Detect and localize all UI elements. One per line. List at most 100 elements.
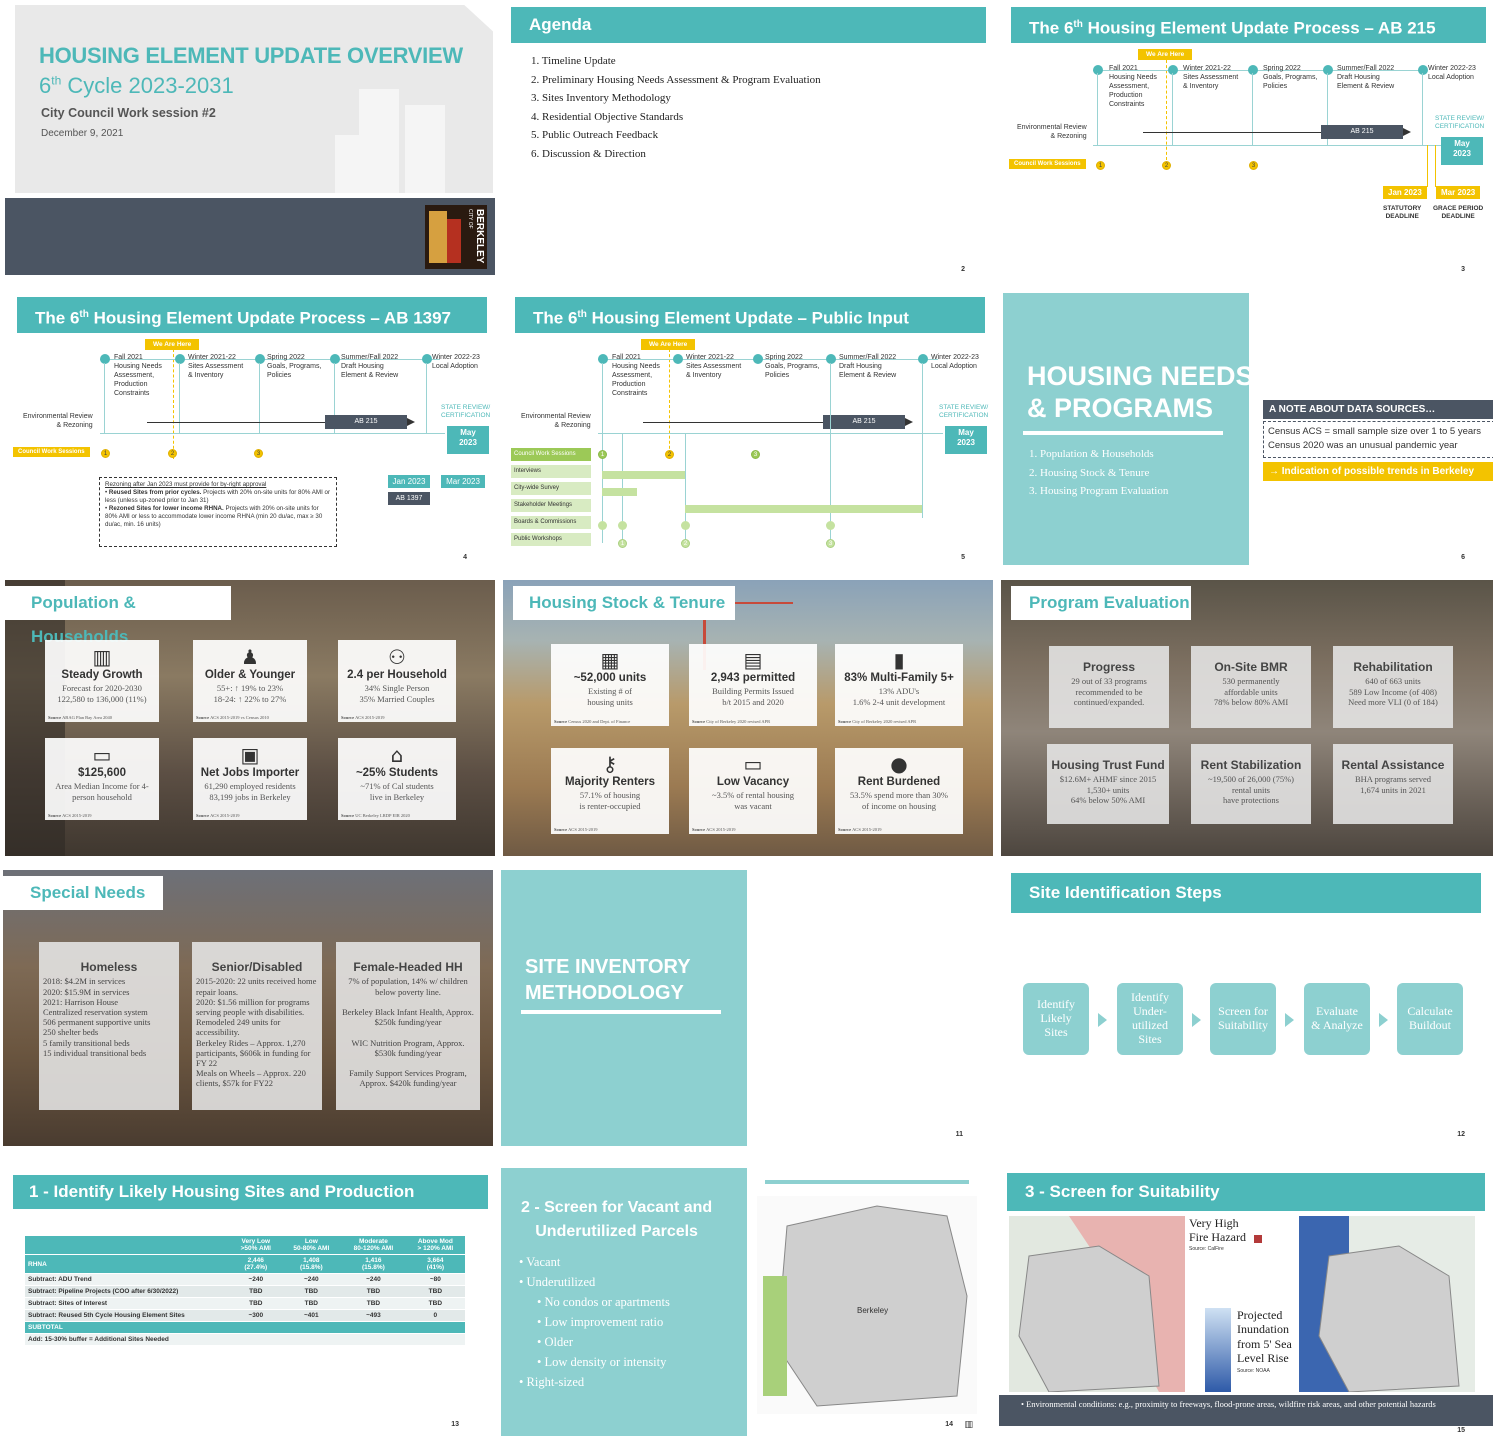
title-b: Housing Element Update Process – AB 215 — [1082, 18, 1436, 38]
criteria-text: Underutilized — [526, 1275, 596, 1289]
slide-15-title: 3 - Screen for Suitability — [1007, 1173, 1485, 1211]
cell: 1,416 (15.8%) — [341, 1254, 406, 1274]
stat-card: ▥ Steady Growth Forecast for 2020-2030 1… — [45, 640, 159, 722]
slide-13[interactable]: 1 - Identify Likely Housing Sites and Pr… — [3, 1160, 493, 1436]
card-source-text: ACS 2015-2019 — [62, 813, 92, 819]
card-head: On-Site BMR — [1214, 660, 1288, 674]
criteria-item: • Vacant — [519, 1255, 561, 1269]
phase-divider — [426, 363, 427, 433]
chart-icon: ▥ — [92, 645, 112, 669]
fire-label: Very High Fire Hazard — [1189, 1216, 1246, 1245]
slide-11[interactable]: SITE INVENTORY METHODOLOGY 11 — [501, 870, 991, 1146]
interviews-bar — [602, 471, 685, 479]
phase-divider — [1097, 73, 1098, 145]
card-source: Source Census 2020 and Dept. of Finance — [554, 719, 631, 725]
table-row: Add: 15-30% buffer = Additional Sites Ne… — [25, 1333, 465, 1346]
agenda-item: 4. Residential Objective Standards — [531, 110, 684, 123]
title-sup: th — [79, 309, 89, 320]
card-body: 61,290 employed residents 83,199 jobs in… — [204, 781, 296, 802]
table-row: SUBTOTAL — [25, 1321, 465, 1334]
workshop-1: 1 — [618, 539, 627, 548]
card-source-text: City of Berkeley 2020 revised APR — [852, 719, 917, 725]
criteria-text: Right-sized — [526, 1375, 585, 1389]
slide-9[interactable]: Program Evaluation Progress 29 out of 33… — [1001, 580, 1493, 856]
card-body: 2018: $4.2M in services 2020: $15.9M in … — [43, 976, 151, 1058]
timeline-dot — [1323, 65, 1333, 75]
mar-line — [1435, 145, 1436, 187]
phase-label: Spring 2022 Goals, Programs, Policies — [1263, 65, 1318, 91]
may-2023-box: May 2023 — [945, 426, 987, 454]
card-head: 2,943 permitted — [710, 672, 796, 684]
person-icon: ♟ — [241, 645, 259, 669]
map-label: Berkeley — [857, 1306, 889, 1315]
cell: Add: 15-30% buffer = Additional Sites Ne… — [25, 1333, 465, 1346]
needs-card: Female-Headed HH 7% of population, 14% w… — [336, 942, 480, 1110]
slide-number: 3 — [1461, 266, 1465, 273]
phase-label: Summer/Fall 2022 Draft Housing Element &… — [1337, 65, 1395, 91]
criteria-item: • Right-sized — [519, 1375, 585, 1389]
slide-number: 13 — [451, 1421, 459, 1428]
card-head: Net Jobs Importer — [200, 767, 300, 779]
cell — [341, 1321, 406, 1334]
card-body: Area Median Income for 4- person househo… — [55, 781, 149, 802]
stat-card: ▮ 83% Multi-Family 5+ 13% ADU's 1.6% 2-4… — [835, 644, 963, 726]
slide-14[interactable]: 2 - Screen for Vacant and Underutilized … — [501, 1160, 991, 1436]
fire-map — [1009, 1216, 1185, 1393]
timeline-dot — [673, 354, 683, 364]
slide-15[interactable]: 3 - Screen for Suitability Very High Fir… — [999, 1160, 1493, 1436]
slide-2[interactable]: Agenda 1. Timeline Update 2. Preliminary… — [503, 5, 993, 281]
slide-3-title: The 6th Housing Element Update Process –… — [1011, 7, 1486, 43]
section-item: 3. Housing Program Evaluation — [1029, 485, 1169, 497]
cell: RHNA — [25, 1254, 230, 1274]
cell: ~401 — [281, 1309, 342, 1322]
cell: Subtract: ADU Trend — [25, 1273, 230, 1286]
state-review-label: STATE REVIEW/ CERTIFICATION — [939, 404, 989, 420]
timeline-dot — [422, 354, 432, 364]
slide-8[interactable]: Housing Stock & Tenure ▦ ~52,000 units E… — [503, 580, 993, 856]
card-head: 2.4 per Household — [347, 669, 447, 681]
cell: ~300 — [230, 1309, 282, 1322]
phase-label: Fall 2021 Housing Needs Assessment, Prod… — [114, 354, 162, 398]
slide-6[interactable]: HOUSING NEEDS & PROGRAMS 1. Population &… — [1003, 293, 1493, 569]
session-2: 2 — [168, 449, 177, 458]
phase-label: Fall 2021 Housing Needs Assessment, Prod… — [612, 354, 660, 398]
phase-label: Fall 2021 Housing Needs Assessment, Prod… — [1109, 65, 1157, 109]
slide-4[interactable]: The 6th Housing Element Update Process –… — [5, 293, 495, 569]
slide-1[interactable]: HOUSING ELEMENT UPDATE OVERVIEW 6th Cycl… — [5, 5, 495, 281]
slide-5[interactable]: The 6th Housing Element Update – Public … — [503, 293, 993, 569]
table-row: Subtract: ADU Trend ~240 ~240 ~240 ~80 — [25, 1273, 465, 1286]
workshop-2: 2 — [681, 539, 690, 548]
card-body: Building Permits Issued b/t 2015 and 202… — [712, 686, 794, 707]
slide-3[interactable]: The 6th Housing Element Update Process –… — [1003, 5, 1493, 281]
slide-number: 12 — [1457, 1131, 1465, 1138]
card-body: Forecast for 2020-2030 122,580 to 136,00… — [57, 683, 147, 704]
step-box: Calculate Buildout — [1397, 983, 1463, 1055]
slide-7[interactable]: Population & Households ▥ Steady Growth … — [5, 580, 495, 856]
agenda-list: 1. Timeline Update 2. Preliminary Housin… — [531, 52, 821, 163]
note-line: Census ACS = small sample size over 1 to… — [1268, 426, 1482, 437]
title-a: The 6 — [1029, 18, 1074, 38]
cell: ~493 — [341, 1309, 406, 1322]
note-bullet-2: • Rezoned Sites for lower income RHNA. P… — [105, 505, 323, 529]
note-bullet-1: • Reused Sites from prior cycles. Projec… — [105, 489, 331, 505]
program-card: Housing Trust Fund $12.6M+ AHMF since 20… — [1047, 744, 1169, 824]
card-source-text: City of Berkeley 2020 revised APR — [706, 719, 771, 725]
slide-12[interactable]: Site Identification Steps Identify Likel… — [1001, 870, 1493, 1146]
criteria-text: Low density or intensity — [544, 1355, 667, 1369]
step-box: Evaluate & Analyze — [1304, 983, 1370, 1055]
step-box: Identify Likely Sites — [1023, 983, 1089, 1055]
ab215-bar: AB 215 — [823, 415, 905, 429]
timeline-dot — [1093, 65, 1103, 75]
phase-divider — [1252, 73, 1253, 145]
program-card: On-Site BMR 530 permanently affordable u… — [1191, 646, 1311, 728]
sea-legend — [1205, 1308, 1231, 1392]
stat-card: ⌂ ~25% Students ~71% of Cal students liv… — [338, 738, 456, 820]
slide-10[interactable]: Special Needs Homeless 2018: $4.2M in se… — [3, 870, 493, 1146]
card-source-text: Census 2020 and Dept. of Finance — [568, 719, 631, 725]
jan-2023-badge: Jan 2023 — [1383, 186, 1427, 199]
card-body: BHA programs served 1,674 units in 2021 — [1354, 774, 1431, 795]
step-arrow — [1379, 1013, 1388, 1027]
note-line: Census 2020 was an unusual pandemic year — [1268, 440, 1458, 451]
criteria-subitem: • No condos or apartments — [537, 1295, 670, 1309]
phase-divider — [1172, 73, 1173, 145]
